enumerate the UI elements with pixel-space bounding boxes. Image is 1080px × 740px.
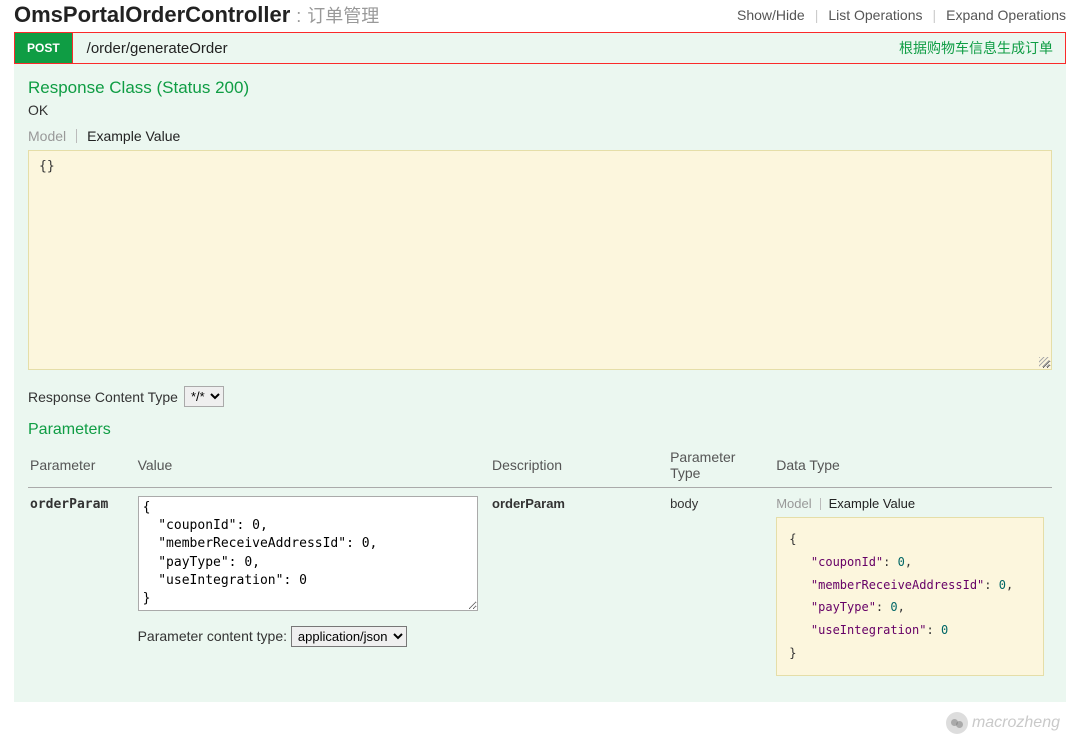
watermark-text: macrozheng bbox=[972, 714, 1060, 732]
th-parameter-type: Parameter Type bbox=[668, 445, 774, 488]
tab-example-value[interactable]: Example Value bbox=[87, 128, 180, 144]
wechat-icon bbox=[946, 712, 968, 734]
operation-summary: 根据购物车信息生成订单 bbox=[899, 38, 1053, 58]
controller-name[interactable]: OmsPortalOrderController bbox=[14, 2, 290, 28]
datatype-tab-example[interactable]: Example Value bbox=[829, 496, 915, 511]
show-hide-link[interactable]: Show/Hide bbox=[737, 7, 805, 23]
tab-model[interactable]: Model bbox=[28, 128, 66, 144]
datatype-tab-model[interactable]: Model bbox=[776, 496, 811, 511]
param-name: orderParam bbox=[30, 497, 108, 512]
controller-header: OmsPortalOrderController : 订单管理 Show/Hid… bbox=[14, 0, 1066, 32]
response-content-type-label: Response Content Type bbox=[28, 389, 178, 405]
operation-body: Response Class (Status 200) OK Model Exa… bbox=[14, 64, 1066, 702]
th-parameter: Parameter bbox=[28, 445, 136, 488]
th-data-type: Data Type bbox=[774, 445, 1052, 488]
parameters-table: Parameter Value Description Parameter Ty… bbox=[28, 445, 1052, 684]
param-value-input[interactable] bbox=[138, 496, 478, 611]
watermark: macrozheng bbox=[946, 712, 1060, 734]
th-description: Description bbox=[490, 445, 668, 488]
datatype-example-box[interactable]: { "couponId": 0, "memberReceiveAddressId… bbox=[776, 517, 1044, 676]
expand-operations-link[interactable]: Expand Operations bbox=[946, 7, 1066, 23]
http-method-badge: POST bbox=[15, 33, 73, 63]
tab-separator bbox=[820, 498, 821, 510]
parameters-title: Parameters bbox=[28, 421, 1052, 439]
response-example-box[interactable]: {} bbox=[28, 150, 1052, 370]
tab-separator bbox=[76, 129, 77, 143]
param-content-type-label: Parameter content type: bbox=[138, 628, 287, 644]
controller-separator: : bbox=[296, 6, 301, 27]
separator: | bbox=[815, 7, 819, 23]
response-content-type-select[interactable]: */* bbox=[184, 386, 224, 407]
operation-bar[interactable]: POST /order/generateOrder 根据购物车信息生成订单 bbox=[14, 32, 1066, 64]
model-example-tabs: Model Example Value bbox=[28, 128, 1052, 144]
table-row: orderParam Parameter content type: appli… bbox=[28, 488, 1052, 684]
param-content-type-select[interactable]: application/json bbox=[291, 626, 407, 647]
th-value: Value bbox=[136, 445, 490, 488]
controller-description: 订单管理 bbox=[307, 2, 379, 28]
response-example-content: {} bbox=[39, 159, 55, 174]
response-class-title: Response Class (Status 200) bbox=[28, 78, 1052, 98]
resize-handle-icon[interactable] bbox=[1039, 357, 1049, 367]
list-operations-link[interactable]: List Operations bbox=[828, 7, 922, 23]
param-type: body bbox=[670, 496, 698, 511]
param-description: orderParam bbox=[492, 496, 565, 511]
separator: | bbox=[933, 7, 937, 23]
response-status-text: OK bbox=[28, 102, 1052, 118]
